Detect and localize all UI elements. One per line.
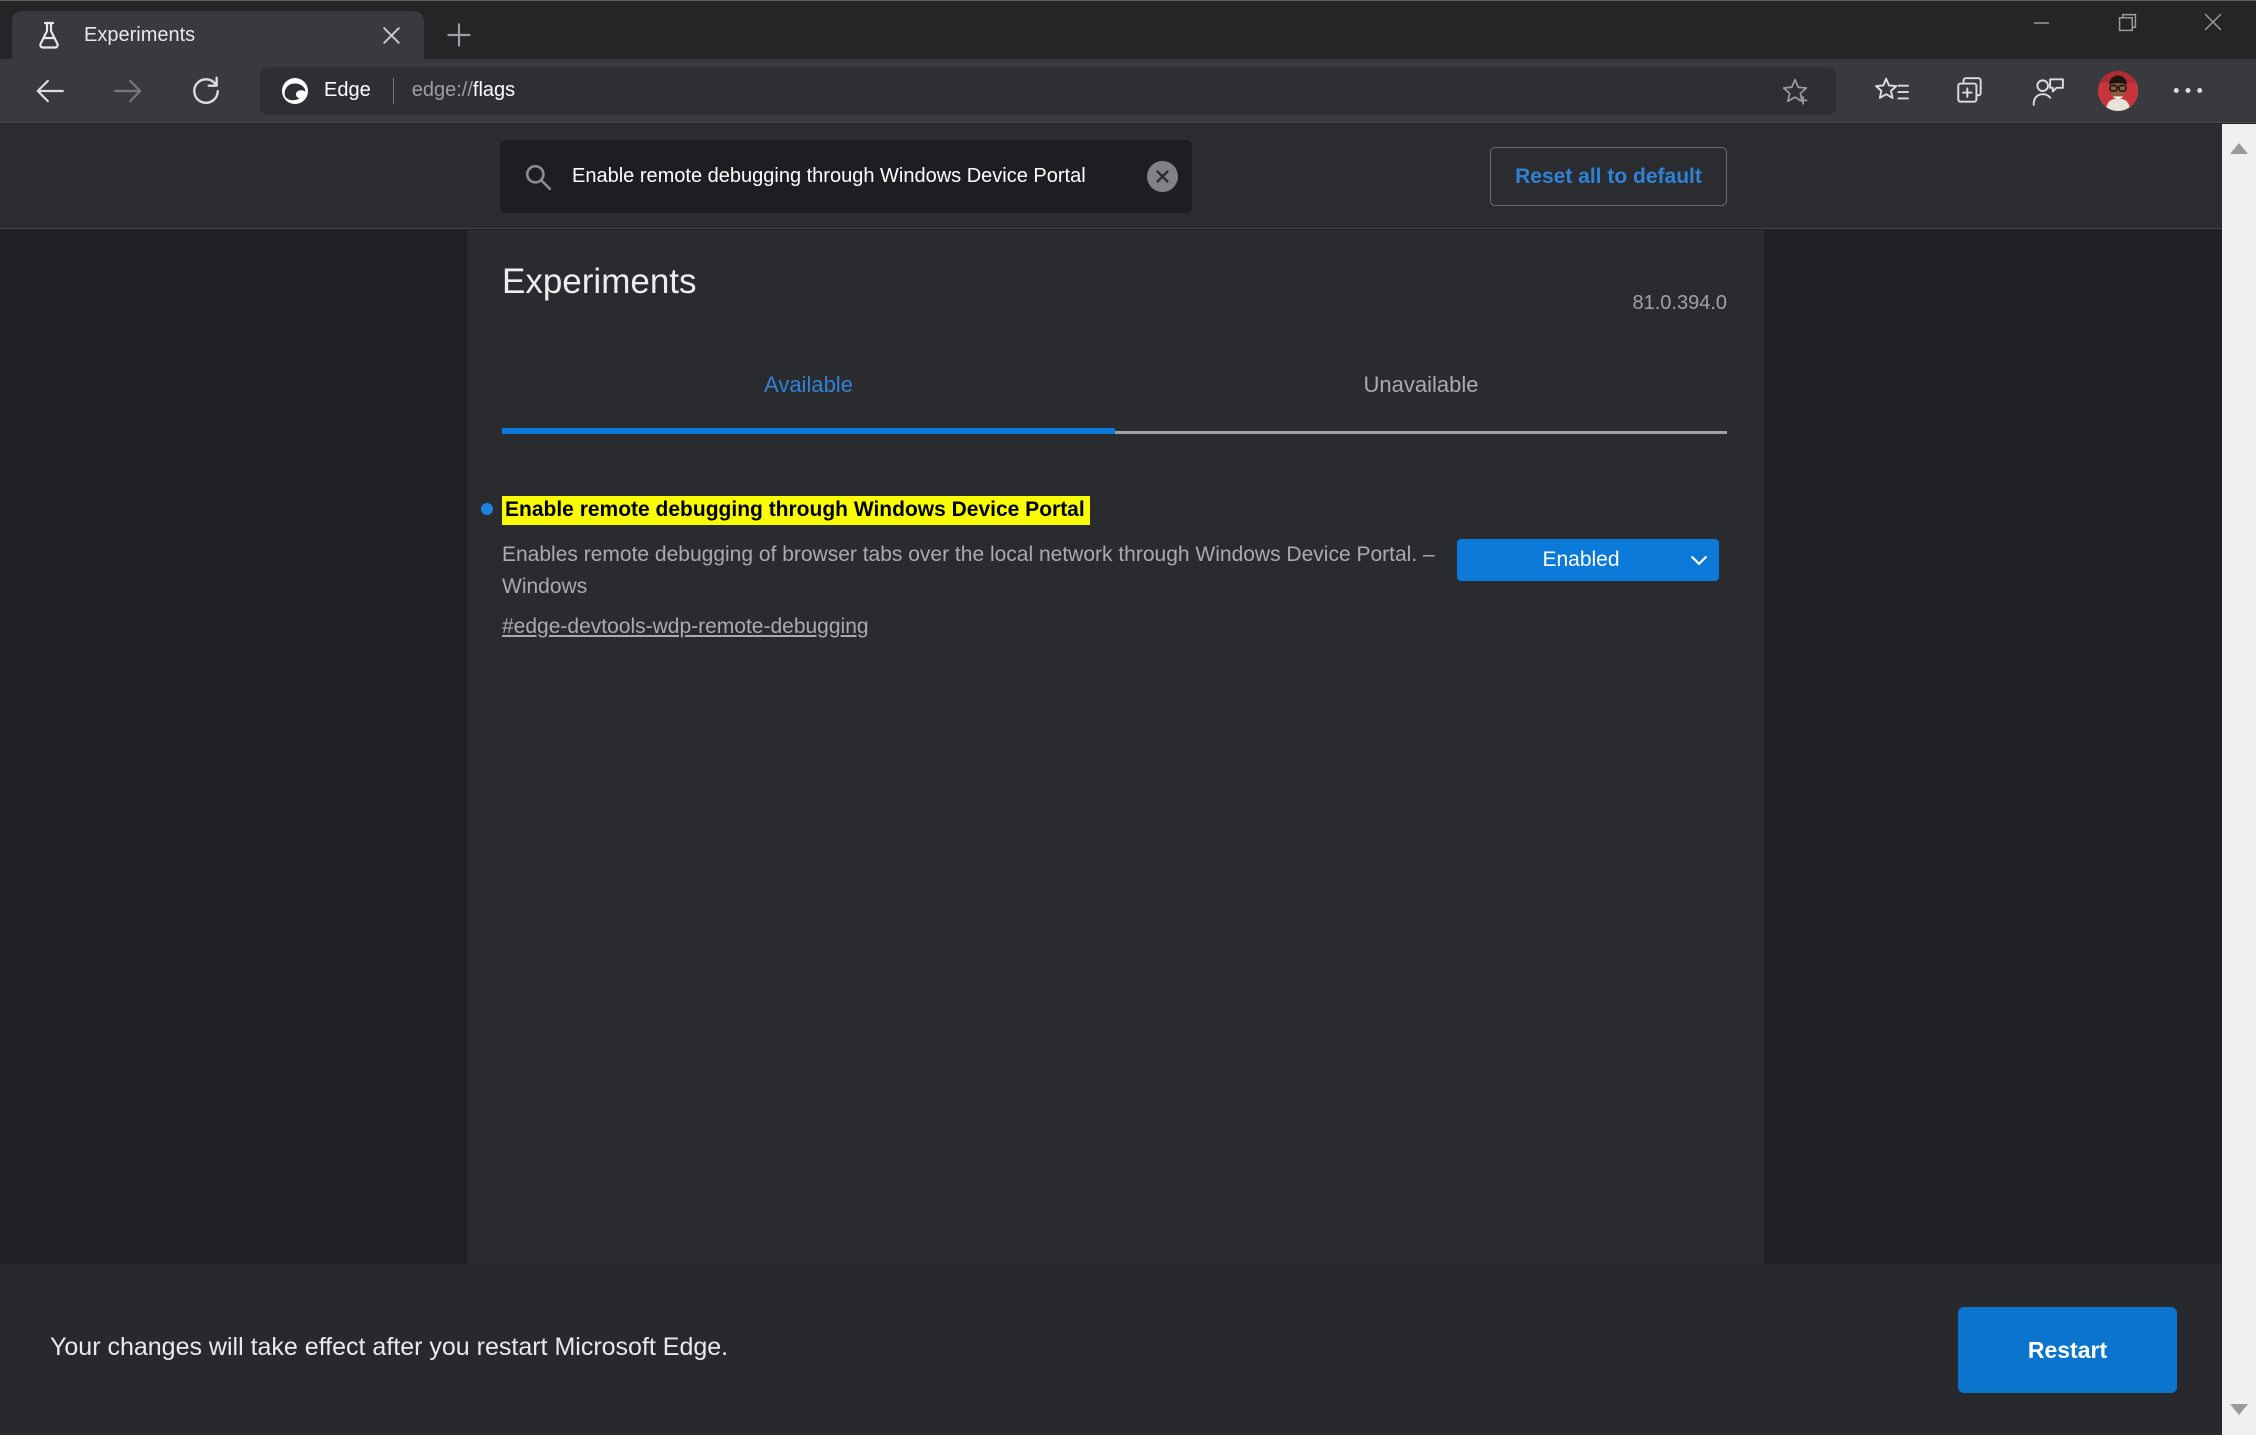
clear-search-icon[interactable] <box>1147 161 1178 192</box>
scroll-up-icon[interactable] <box>2222 128 2256 168</box>
reset-all-button[interactable]: Reset all to default <box>1490 147 1727 206</box>
flag-state-dropdown[interactable]: Enabled <box>1457 539 1719 581</box>
new-tab-button[interactable] <box>440 17 478 53</box>
toolbar-icons <box>1864 65 2238 117</box>
add-favorite-button[interactable] <box>1764 69 1826 113</box>
settings-menu-button[interactable] <box>2160 65 2216 117</box>
flags-panel: Experiments 81.0.394.0 Available Unavail… <box>467 230 1764 1264</box>
address-bar[interactable]: Edge edge://flags <box>260 66 1836 115</box>
back-button[interactable] <box>22 65 78 117</box>
page-content: Experiments 81.0.394.0 Available Unavail… <box>0 230 2256 1264</box>
search-box <box>500 140 1192 213</box>
toolbar: Edge edge://flags <box>0 59 2256 123</box>
tab-unavailable[interactable]: Unavailable <box>1115 354 1727 434</box>
tab-unavailable-underline <box>1115 431 1727 434</box>
search-icon <box>525 164 552 190</box>
page-title: Experiments <box>502 262 697 301</box>
forward-button[interactable] <box>100 65 156 117</box>
flag-entry: Enable remote debugging through Windows … <box>481 496 1729 639</box>
search-input[interactable] <box>572 165 1147 188</box>
flag-indicator-dot <box>481 503 493 515</box>
flask-icon <box>36 20 62 50</box>
url-text[interactable]: edge://flags <box>412 79 1764 102</box>
collections-button[interactable] <box>1942 65 1998 117</box>
flag-title-highlighted: Enable remote debugging through Windows … <box>502 496 1090 525</box>
url-scheme: edge:// <box>411 79 473 101</box>
close-window-button[interactable] <box>2170 1 2256 43</box>
scroll-down-icon[interactable] <box>2222 1389 2256 1429</box>
tab-experiments[interactable]: Experiments <box>12 11 424 59</box>
favorites-button[interactable] <box>1864 65 1920 117</box>
search-strip: Reset all to default <box>0 124 2256 229</box>
tab-available[interactable]: Available <box>502 354 1115 434</box>
restart-message: Your changes will take effect after you … <box>50 1333 729 1361</box>
flag-state-value: Enabled <box>1542 548 1620 571</box>
site-button-label: Edge <box>324 79 371 101</box>
tab-available-label: Available <box>764 372 853 397</box>
minimize-button[interactable] <box>1998 1 2084 43</box>
profile-avatar[interactable] <box>2098 70 2138 111</box>
flag-permalink[interactable]: #edge-devtools-wdp-remote-debugging <box>502 615 869 639</box>
flags-tabs: Available Unavailable <box>502 354 1729 434</box>
tab-unavailable-label: Unavailable <box>1363 372 1479 397</box>
refresh-button[interactable] <box>178 65 234 117</box>
tab-title: Experiments <box>84 23 196 46</box>
chevron-down-icon <box>1679 555 1719 565</box>
version-label: 81.0.394.0 <box>1632 292 1727 314</box>
vertical-scrollbar[interactable] <box>2222 124 2256 1435</box>
tab-available-underline <box>502 428 1115 434</box>
browser-window: Experiments Edge edge://flags Enable rem… <box>0 0 2256 1435</box>
feedback-button[interactable] <box>2020 65 2076 117</box>
edge-logo-icon <box>280 76 310 106</box>
restart-button[interactable]: Restart <box>1958 1307 2177 1393</box>
restore-button[interactable] <box>2084 1 2170 43</box>
url-path: flags <box>472 79 516 101</box>
window-controls <box>1998 1 2256 43</box>
tab-bar: Experiments <box>0 1 2256 59</box>
address-divider <box>392 77 394 104</box>
tab-close-icon[interactable] <box>374 18 408 52</box>
flag-description: Enables remote debugging of browser tabs… <box>502 543 1435 598</box>
